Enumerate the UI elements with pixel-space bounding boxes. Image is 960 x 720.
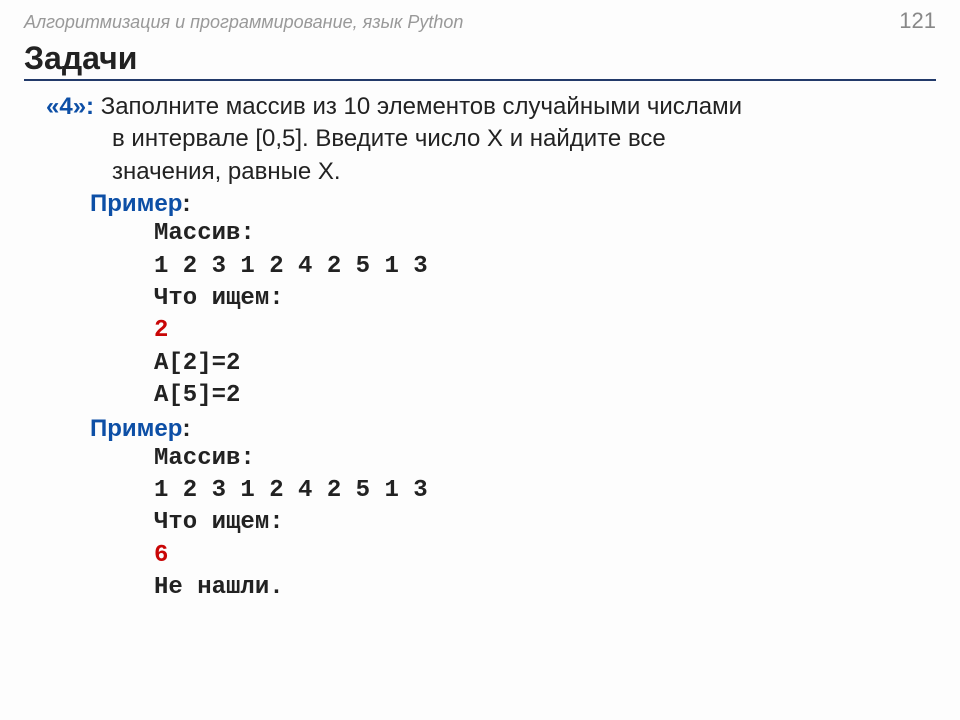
ex1-array-values: 1 2 3 1 2 4 2 5 1 3 <box>46 251 936 283</box>
example-word-2: Пример <box>90 415 182 442</box>
colon: : <box>182 190 190 217</box>
ex1-search-label: Что ищем: <box>46 283 936 315</box>
task-text-1: Заполните массив из 10 элементов случайн… <box>94 93 742 120</box>
example-label-2: Пример: <box>46 415 936 443</box>
content: «4»: Заполните массив из 10 элементов сл… <box>24 91 936 604</box>
ex2-result: Не нашли. <box>46 572 936 604</box>
breadcrumb-text: Алгоритмизация и программирование, язык … <box>24 12 463 33</box>
header: Алгоритмизация и программирование, язык … <box>24 8 936 34</box>
colon-2: : <box>182 415 190 442</box>
example-word: Пример <box>90 190 182 217</box>
task-text-2: в интервале [0,5]. Введите число X и най… <box>46 123 936 155</box>
task-line-1: «4»: Заполните массив из 10 элементов сл… <box>46 91 936 123</box>
ex1-result-2: A[5]=2 <box>46 380 936 412</box>
ex2-search-label: Что ищем: <box>46 507 936 539</box>
ex2-array-label: Массив: <box>46 443 936 475</box>
ex1-array-label: Массив: <box>46 218 936 250</box>
ex1-search-value: 2 <box>46 315 936 347</box>
ex2-search-value: 6 <box>46 540 936 572</box>
example-label-1: Пример: <box>46 190 936 218</box>
task-text-3: значения, равные X. <box>46 156 936 188</box>
grade-badge: «4»: <box>46 93 94 120</box>
ex2-array-values: 1 2 3 1 2 4 2 5 1 3 <box>46 475 936 507</box>
section-title: Задачи <box>24 40 936 81</box>
ex1-result-1: A[2]=2 <box>46 348 936 380</box>
page-number: 121 <box>899 8 936 34</box>
